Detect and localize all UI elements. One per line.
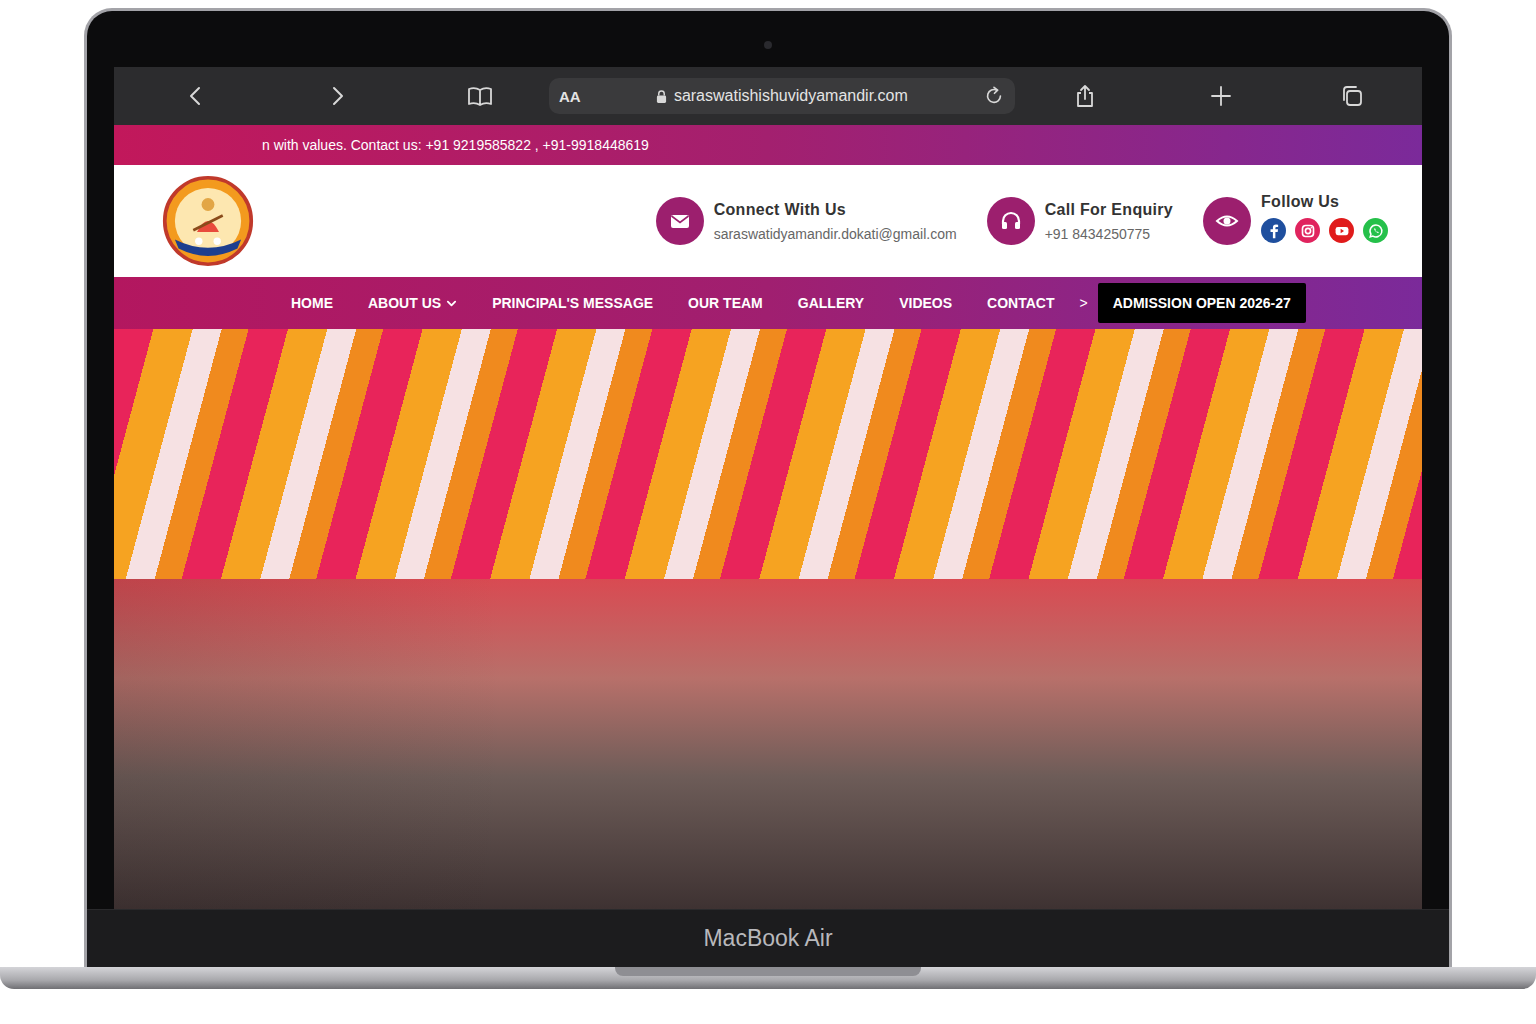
laptop-chin: MacBook Air <box>87 909 1449 967</box>
forward-icon[interactable] <box>325 84 349 108</box>
contact-group: Call For Enquiry +91 8434250775 <box>987 197 1173 245</box>
address-bar[interactable]: AA saraswatishishuvidyamandir.com <box>549 78 1015 114</box>
nav-item[interactable]: PRINCIPAL'S MESSAGE <box>492 295 653 311</box>
social-links <box>1261 218 1388 243</box>
tent-canopy <box>114 329 1422 579</box>
laptop-notch <box>615 967 921 976</box>
laptop-base <box>0 967 1536 989</box>
facebook-icon[interactable] <box>1261 218 1286 243</box>
whatsapp-icon[interactable] <box>1363 218 1388 243</box>
eye-icon <box>1203 197 1251 245</box>
contact-detail[interactable]: saraswatidyamandir.dokati@gmail.com <box>714 226 957 242</box>
nav-label[interactable]: HOME <box>291 295 333 311</box>
school-logo-icon[interactable] <box>162 175 254 267</box>
laptop-bezel: AA saraswatishishuvidyamandir.com n with v… <box>84 8 1452 967</box>
new-tab-icon[interactable] <box>1209 84 1233 108</box>
contact-text: Connect With Us saraswatidyamandir.dokati… <box>714 201 957 242</box>
chevron-down-icon[interactable] <box>446 298 457 309</box>
laptop-model: MacBook Air <box>703 925 832 952</box>
tabs-icon[interactable] <box>1340 84 1364 108</box>
main-nav: HOME ABOUT US PRINCIPAL'S MESSAGE OUR TEAM G… <box>114 277 1422 329</box>
youtube-icon[interactable] <box>1329 218 1354 243</box>
nav-item[interactable]: GALLERY <box>798 295 864 311</box>
reader-button[interactable]: AA <box>559 88 581 105</box>
bookmarks-icon[interactable] <box>466 84 494 108</box>
laptop: AA saraswatishishuvidyamandir.com n with v… <box>0 0 1536 989</box>
nav-label[interactable]: ABOUT US <box>368 295 441 311</box>
nav-item[interactable]: VIDEOS <box>899 295 952 311</box>
screen: AA saraswatishishuvidyamandir.com n with v… <box>114 67 1422 909</box>
lock-icon <box>656 90 667 103</box>
camera-icon <box>764 41 772 49</box>
follow-group: Follow Us <box>1203 197 1388 245</box>
crowd-area <box>114 579 1422 909</box>
nav-item[interactable]: ABOUT US <box>368 295 457 311</box>
nav-label[interactable]: PRINCIPAL'S MESSAGE <box>492 295 653 311</box>
ticker-text: n with values. Contact us: +91 921958582… <box>262 137 649 153</box>
nav-label[interactable]: CONTACT <box>987 295 1054 311</box>
nav-item[interactable]: HOME <box>291 295 333 311</box>
url-text: saraswatishishuvidyamandir.com <box>674 87 908 105</box>
share-icon[interactable] <box>1073 84 1097 108</box>
browser-toolbar: AA saraswatishishuvidyamandir.com <box>114 67 1422 125</box>
instagram-icon[interactable] <box>1295 218 1320 243</box>
contact-group: Connect With Us saraswatidyamandir.dokati… <box>656 197 957 245</box>
nav-label[interactable]: VIDEOS <box>899 295 952 311</box>
nav-label[interactable]: GALLERY <box>798 295 864 311</box>
back-icon[interactable] <box>184 84 208 108</box>
page: AA saraswatishishuvidyamandir.com n with v… <box>0 0 1536 1024</box>
hero-photo <box>114 329 1422 909</box>
site-header: Connect With Us saraswatidyamandir.dokati… <box>114 165 1422 277</box>
nav-item[interactable]: OUR TEAM <box>688 295 763 311</box>
follow-text: Follow Us <box>1261 199 1388 243</box>
reload-icon[interactable] <box>983 85 1005 107</box>
follow-title: Follow Us <box>1261 193 1388 211</box>
website: n with values. Contact us: +91 921958582… <box>114 125 1422 909</box>
contact-title: Connect With Us <box>714 201 957 219</box>
admission-button[interactable]: ADMISSION OPEN 2026-27 <box>1098 283 1306 323</box>
nav-item[interactable]: CONTACT <box>987 295 1054 311</box>
header-info: Connect With Us saraswatidyamandir.dokati… <box>656 197 1388 245</box>
contact-detail[interactable]: +91 8434250775 <box>1045 226 1173 242</box>
url-field: saraswatishishuvidyamandir.com <box>581 87 983 105</box>
contact-text: Call For Enquiry +91 8434250775 <box>1045 201 1173 242</box>
nav-more[interactable]: > <box>1079 295 1087 311</box>
nav-label[interactable]: OUR TEAM <box>688 295 763 311</box>
contact-title: Call For Enquiry <box>1045 201 1173 219</box>
ticker-bar: n with values. Contact us: +91 921958582… <box>114 125 1422 165</box>
mail-icon <box>656 197 704 245</box>
headphones-icon <box>987 197 1035 245</box>
